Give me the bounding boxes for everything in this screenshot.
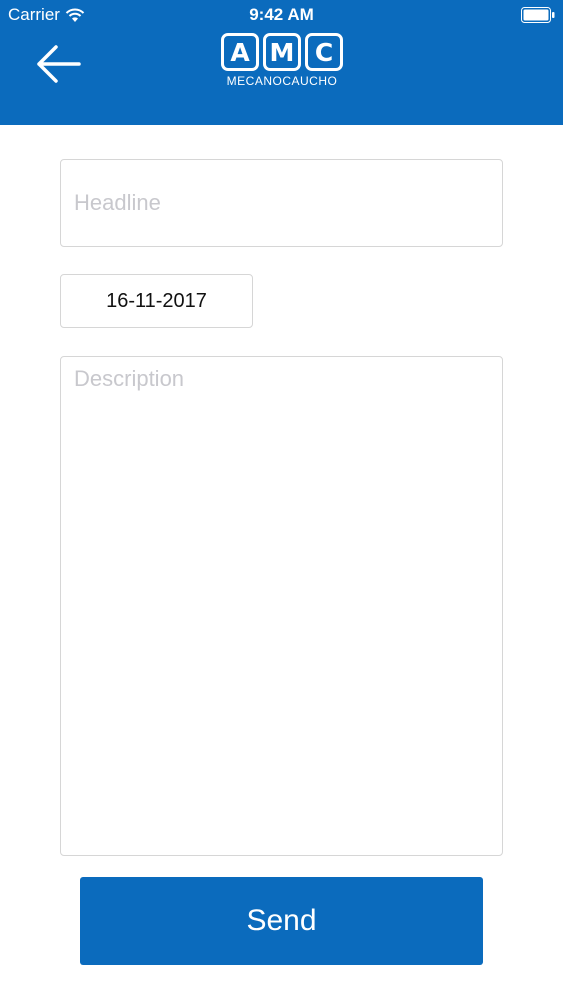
logo-subtitle: MECANOCAUCHO xyxy=(226,74,338,88)
back-button[interactable] xyxy=(30,40,84,88)
logo-letters: A M C xyxy=(221,33,343,71)
amc-logo: A M C MECANOCAUCHO xyxy=(218,33,346,95)
arrow-left-icon xyxy=(37,45,81,83)
date-value: 16-11-2017 xyxy=(106,289,207,312)
headline-input[interactable] xyxy=(61,160,502,246)
description-field-container xyxy=(60,356,503,856)
send-button[interactable]: Send xyxy=(80,877,483,965)
logo-letter-a: A xyxy=(221,33,259,71)
logo-letter-c: C xyxy=(305,33,343,71)
app-header: Carrier 9:42 AM A M C MECANOCAUCHO xyxy=(0,0,563,125)
date-field[interactable]: 16-11-2017 xyxy=(60,274,253,328)
battery-icon xyxy=(521,7,555,23)
status-bar: Carrier 9:42 AM xyxy=(0,0,563,30)
status-time: 9:42 AM xyxy=(249,5,314,24)
headline-field-container xyxy=(60,159,503,247)
logo-letter-m: M xyxy=(263,33,301,71)
description-input[interactable] xyxy=(61,357,502,855)
